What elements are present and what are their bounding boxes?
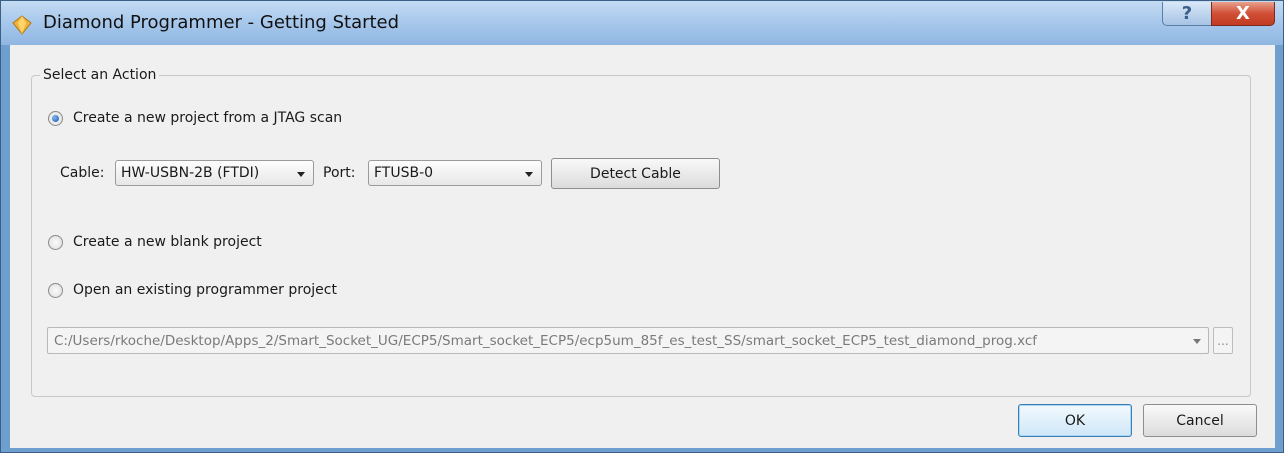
group-title: Select an Action [40,67,160,83]
radio-blank-project-label: Create a new blank project [73,234,262,250]
dialog-body: Select an Action Create a new project fr… [10,45,1275,448]
cable-value: HW-USBN-2B (FTDI) [121,165,260,181]
ok-button[interactable]: OK [1018,404,1132,437]
radio-open-existing-label: Open an existing programmer project [73,282,337,298]
help-icon: ? [1181,3,1193,24]
cable-select[interactable]: HW-USBN-2B (FTDI) [115,160,314,186]
chevron-down-icon [1193,339,1201,344]
radio-button-checked[interactable] [48,110,63,126]
chevron-down-icon [525,172,533,177]
radio-blank-project[interactable]: Create a new blank project [48,234,262,250]
dialog-window: Diamond Programmer - Getting Started ? X… [0,0,1284,453]
cancel-button[interactable]: Cancel [1143,404,1257,437]
close-icon: X [1236,3,1250,24]
detect-cable-button[interactable]: Detect Cable [551,158,720,189]
radio-open-existing[interactable]: Open an existing programmer project [48,282,337,298]
browse-button[interactable]: ... [1213,327,1233,354]
port-select[interactable]: FTUSB-0 [368,160,542,186]
ellipsis-icon: ... [1217,333,1229,348]
lattice-diamond-app-icon [12,15,32,35]
radio-jtag-scan-label: Create a new project from a JTAG scan [73,110,343,126]
help-button[interactable]: ? [1162,2,1212,26]
radio-button[interactable] [48,234,63,250]
chevron-down-icon [297,172,305,177]
existing-project-path: C:/Users/rkoche/Desktop/Apps_2/Smart_Soc… [54,333,1038,349]
cancel-label: Cancel [1176,412,1224,429]
cable-label: Cable: [60,165,105,181]
radio-jtag-scan[interactable]: Create a new project from a JTAG scan [48,110,342,126]
ok-label: OK [1064,412,1086,429]
port-value: FTUSB-0 [374,165,434,181]
title-bar[interactable]: Diamond Programmer - Getting Started ? X [1,1,1283,45]
close-button[interactable]: X [1211,2,1275,26]
radio-button[interactable] [48,282,63,298]
window-title: Diamond Programmer - Getting Started [43,12,400,33]
port-label: Port: [323,165,356,181]
detect-cable-label: Detect Cable [590,165,681,182]
existing-project-path-select[interactable]: C:/Users/rkoche/Desktop/Apps_2/Smart_Soc… [47,327,1209,354]
